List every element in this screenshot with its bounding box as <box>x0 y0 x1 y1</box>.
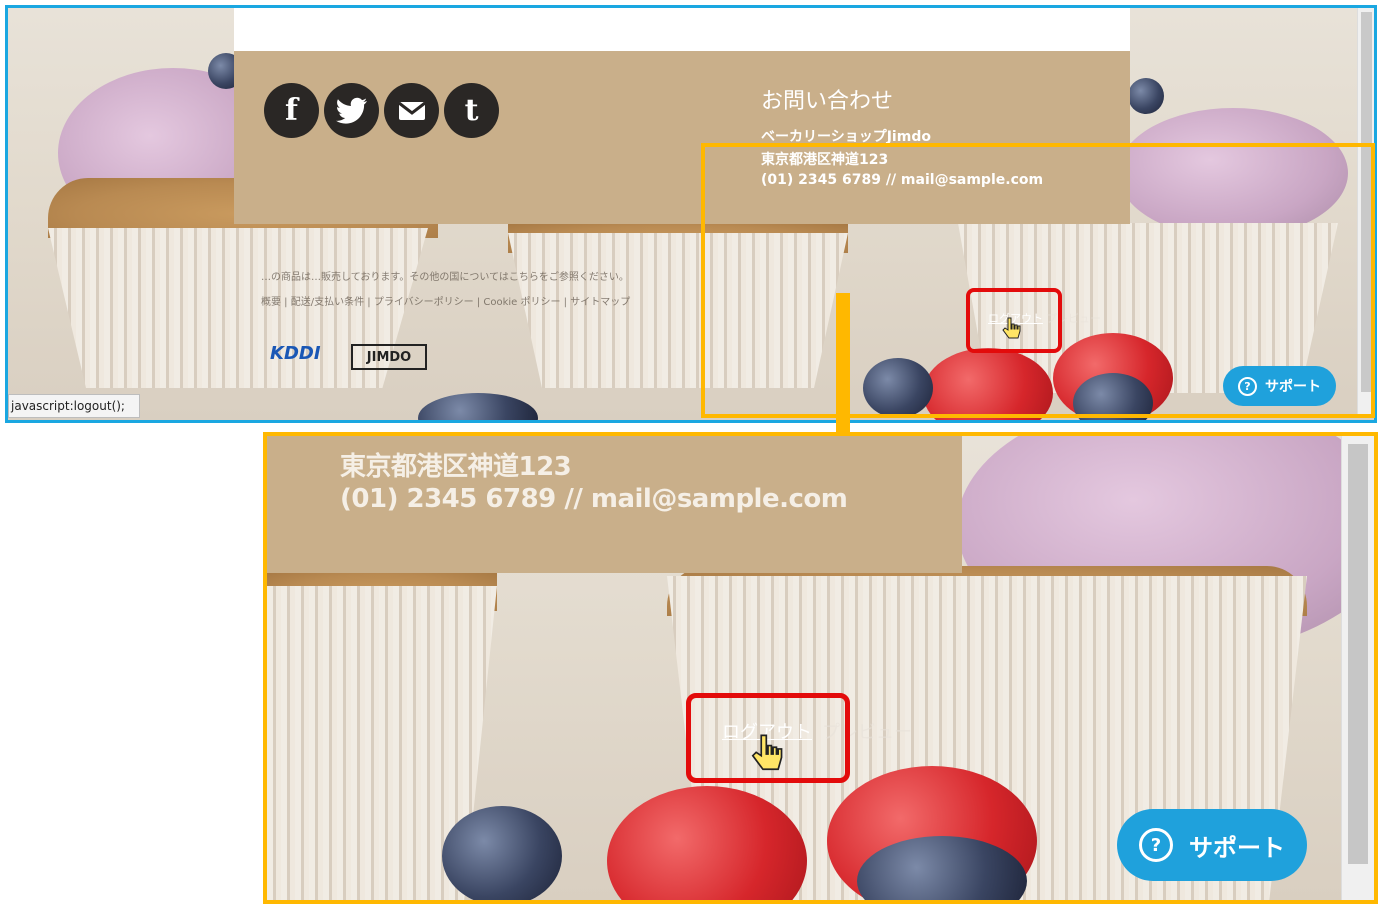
logout-highlight-box-zoomed <box>686 693 850 783</box>
tumblr-icon[interactable]: t <box>444 83 499 138</box>
support-button-label-zoomed: サポート <box>1189 833 1285 862</box>
jimdo-logo: JIMDO <box>351 344 427 370</box>
browser-status-bar: javascript:logout(); <box>8 394 140 418</box>
contact-phone-mail-zoomed: (01) 2345 6789 // mail@sample.com <box>340 484 848 514</box>
page-white-strip <box>234 8 1130 51</box>
help-icon: ? <box>1139 828 1173 862</box>
contact-title: お問い合わせ <box>761 89 894 114</box>
blueberry <box>1128 78 1164 114</box>
twitter-icon[interactable] <box>324 83 379 138</box>
contact-address-zoomed: 東京都港区神道123 <box>340 452 572 482</box>
support-button-zoomed[interactable]: ? サポート <box>1117 809 1307 881</box>
zoom-source-highlight-box <box>701 143 1375 418</box>
twitter-bird-icon <box>335 97 367 124</box>
mail-icon[interactable] <box>384 83 439 138</box>
kddi-logo: KDDI <box>270 343 321 364</box>
footer-links[interactable]: 概要 | 配送/支払い条件 | プライバシーポリシー | Cookie ポリシー… <box>261 293 630 308</box>
vertical-scrollbar-zoomed[interactable] <box>1341 436 1374 900</box>
facebook-icon[interactable]: f <box>264 83 319 138</box>
blueberry <box>442 806 562 900</box>
envelope-icon <box>397 101 426 120</box>
scrollbar-thumb[interactable] <box>1348 444 1368 864</box>
footer-notice-text: …の商品は…販売しております。その他の国についてはこちらをご参照ください。 <box>261 272 629 283</box>
zoomed-screenshot: 東京都港区神道123 (01) 2345 6789 // mail@sample… <box>263 432 1378 904</box>
